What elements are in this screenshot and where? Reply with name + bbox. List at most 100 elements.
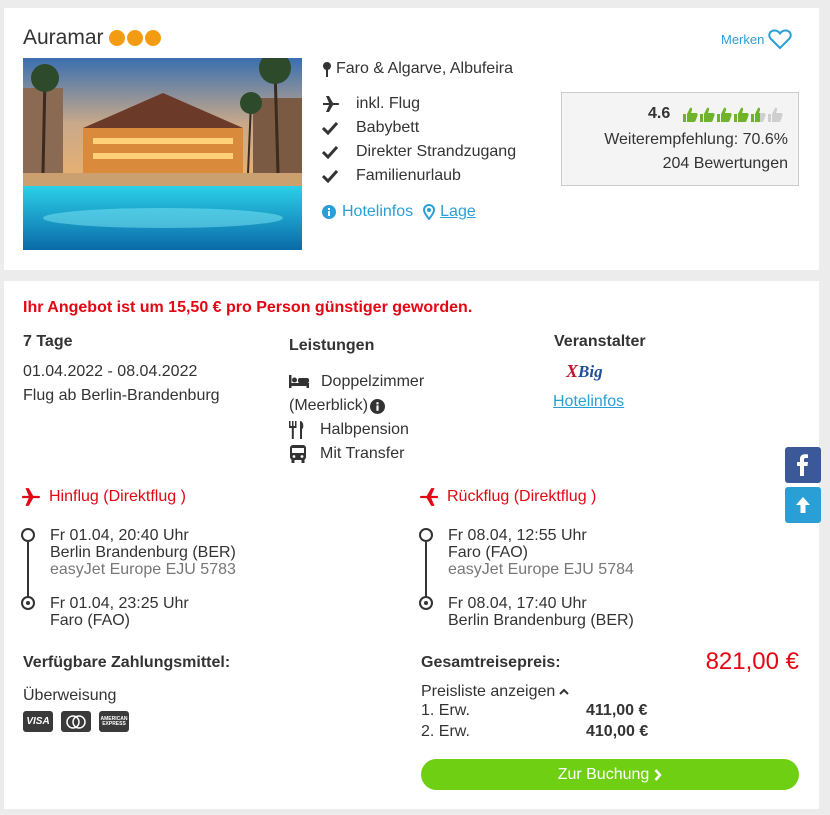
location-link-label: Lage [440, 203, 476, 220]
return-departure: Fr 08.04, 12:55 Uhr Faro (FAO) easyJet E… [448, 527, 634, 578]
return-timeline [425, 542, 427, 598]
pin-icon [323, 62, 331, 77]
hotel-location: Faro & Algarve, Albufeira [322, 60, 513, 78]
price-row-label: 1. Erw. [421, 702, 470, 719]
return-dep-airport: Faro (FAO) [448, 544, 529, 561]
location-text: Faro & Algarve, Albufeira [336, 60, 513, 77]
outbound-dep-time: Fr 01.04, 20:40 Uhr [50, 527, 189, 544]
visa-icon: VISA [23, 711, 53, 732]
departure-dot-icon [21, 528, 35, 542]
bed-icon [289, 375, 309, 388]
payment-method: Überweisung [23, 687, 117, 704]
pricelist-toggle-label: Preisliste anzeigen [421, 683, 556, 700]
location-link[interactable]: Lage [423, 203, 476, 221]
plane-icon [322, 96, 356, 112]
operator-heading: Veranstalter [554, 333, 646, 350]
hotel-stars [108, 30, 161, 46]
thumb-up-icon [768, 107, 783, 122]
outbound-arr-airport: Faro (FAO) [50, 612, 131, 629]
operator-hotelinfo-link[interactable]: Hotelinfos [553, 393, 624, 411]
rating-thumbs [682, 106, 783, 123]
star-dot-icon [108, 30, 125, 46]
check-icon [322, 169, 356, 183]
price-row-label: 2. Erw. [421, 723, 470, 740]
return-arrival: Fr 08.04, 17:40 Uhr Berlin Brandenburg (… [448, 595, 634, 629]
rating-score: 4.6 [648, 105, 671, 122]
service-transfer-label: Mit Transfer [320, 445, 405, 462]
save-button[interactable]: Merken [721, 28, 793, 50]
service-room-label: Doppelzimmer [321, 373, 425, 390]
service-item-room: Doppelzimmer [289, 370, 424, 394]
operator-logo-x: X [566, 361, 579, 381]
info-icon [322, 205, 336, 219]
outbound-arr-time: Fr 01.04, 23:25 Uhr [50, 595, 189, 612]
payment-icons: VISA AMERICAN EXPRESS [23, 711, 137, 732]
feature-item: Direkter Strandzugang [322, 140, 516, 164]
star-dot-icon [144, 30, 161, 46]
return-arr-time: Fr 08.04, 17:40 Uhr [448, 595, 587, 612]
offer-card: Ihr Angebot ist um 15,50 € pro Person gü… [4, 281, 819, 809]
arrow-up-icon [796, 497, 810, 513]
feature-list: inkl. Flug Babybett Direkter Strandzugan… [322, 92, 516, 188]
facebook-share-button[interactable] [785, 447, 821, 483]
price-row: 2. Erw. 410,00 € [421, 723, 661, 744]
operator-logo: XBig [566, 361, 603, 381]
scroll-top-button[interactable] [785, 487, 821, 523]
return-dep-time: Fr 08.04, 12:55 Uhr [448, 527, 587, 544]
pricelist-toggle[interactable]: Preisliste anzeigen [421, 683, 570, 701]
outbound-heading: Hinflug (Direktflug ) [21, 488, 186, 506]
price-row: 1. Erw. 411,00 € [421, 702, 661, 723]
departure-airport: Flug ab Berlin-Brandenburg [23, 387, 220, 404]
star-dot-icon [126, 30, 143, 46]
outbound-departure: Fr 01.04, 20:40 Uhr Berlin Brandenburg (… [50, 527, 236, 578]
service-item-room-detail: (Meerblick) [289, 394, 424, 418]
cutlery-icon [289, 421, 304, 439]
chevron-right-icon [654, 768, 662, 781]
thumb-up-icon [717, 107, 732, 122]
check-icon [322, 145, 356, 159]
service-item-board: Halbpension [289, 418, 424, 442]
thumb-up-icon [700, 107, 715, 122]
thumb-up-icon [751, 107, 766, 122]
service-item-transfer: Mit Transfer [289, 442, 424, 466]
rating-score-row: 4.6 [648, 105, 783, 123]
arrival-dot-icon [21, 596, 35, 610]
arrival-dot-icon [419, 596, 433, 610]
hotel-image[interactable] [23, 58, 302, 250]
hotelinfo-link-label: Hotelinfos [342, 203, 414, 220]
hotel-name[interactable]: Auramar [23, 26, 104, 50]
feature-item: inkl. Flug [322, 92, 516, 116]
hotel-title-row: Auramar [23, 26, 161, 50]
feature-label: Direkter Strandzugang [356, 143, 517, 160]
departure-dot-icon [419, 528, 433, 542]
services-list: Doppelzimmer (Meerblick) Halbpension Mit… [289, 370, 424, 466]
heart-icon [768, 29, 793, 50]
service-board-label: Halbpension [320, 421, 409, 438]
travel-dates: 01.04.2022 - 08.04.2022 [23, 363, 198, 380]
booking-button-label: Zur Buchung [557, 765, 650, 783]
hotelinfo-link[interactable]: Hotelinfos [322, 203, 413, 221]
return-carrier: easyJet Europe EJU 5784 [448, 561, 634, 578]
price-notice: Ihr Angebot ist um 15,50 € pro Person gü… [23, 299, 473, 316]
total-label: Gesamtreisepreis: [421, 654, 561, 671]
price-row-value: 411,00 € [586, 702, 648, 719]
total-price: 821,00 € [705, 648, 799, 675]
chevron-up-icon [559, 688, 570, 695]
thumb-up-icon [683, 107, 698, 122]
outbound-timeline [27, 542, 29, 598]
return-arr-airport: Berlin Brandenburg (BER) [448, 612, 634, 629]
info-icon[interactable] [370, 398, 386, 414]
payment-heading: Verfügbare Zahlungsmittel: [23, 654, 231, 671]
return-title: Rückflug (Direktflug ) [447, 488, 597, 505]
hotel-photo [23, 58, 302, 250]
bus-icon [290, 445, 306, 463]
outbound-dep-airport: Berlin Brandenburg (BER) [50, 544, 236, 561]
rating-box[interactable]: 4.6 Weiterempfehlung: 70.6% 204 Bewertun… [561, 92, 799, 186]
booking-button[interactable]: Zur Buchung [421, 759, 799, 790]
outbound-arrival: Fr 01.04, 23:25 Uhr Faro (FAO) [50, 595, 189, 629]
hotel-links: Hotelinfos Lage [322, 203, 476, 221]
plane-return-icon [419, 488, 438, 506]
outbound-carrier: easyJet Europe EJU 5783 [50, 561, 236, 578]
price-row-value: 410,00 € [586, 723, 649, 740]
feature-item: Familienurlaub [322, 164, 516, 188]
